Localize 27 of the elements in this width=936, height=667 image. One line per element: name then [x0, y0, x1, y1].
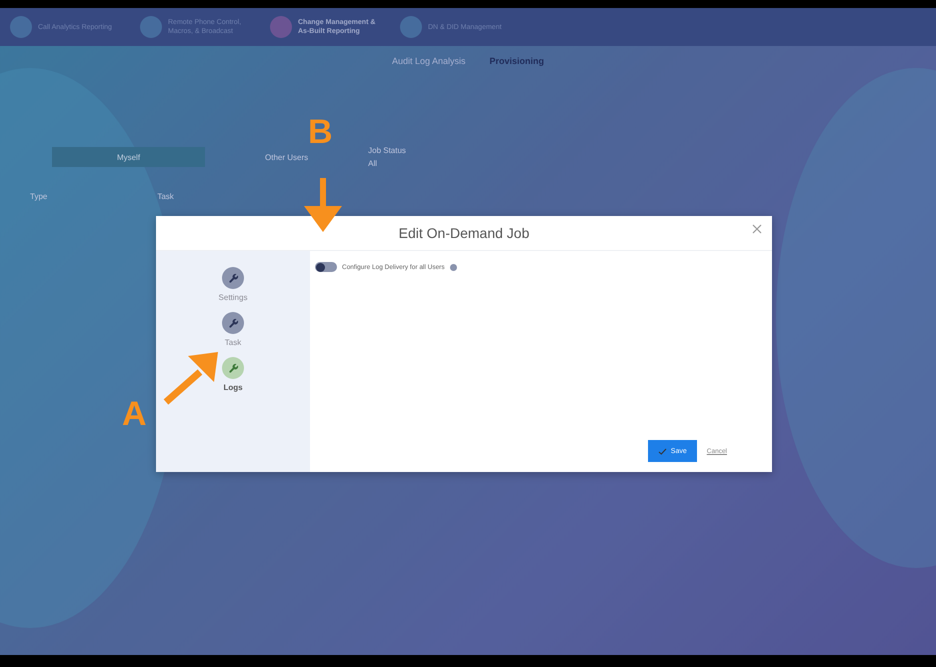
column-header: Task [157, 192, 174, 201]
step-label[interactable]: Settings [218, 293, 248, 302]
other-users-option[interactable]: Other Users [265, 152, 308, 162]
status-label: Job Status [368, 146, 406, 155]
step-label[interactable]: Task [224, 338, 242, 347]
step-icon[interactable] [222, 267, 244, 289]
wrench-icon [228, 362, 238, 374]
annotation-letter: A [122, 397, 147, 431]
toggle-switch[interactable] [315, 262, 337, 272]
column-header: Type [30, 192, 48, 201]
step-label[interactable]: Logs [223, 383, 243, 392]
wrench-icon [228, 318, 238, 328]
tab[interactable]: Provisioning [490, 56, 544, 66]
check-icon [658, 448, 667, 454]
step-icon[interactable] [222, 357, 244, 379]
tab[interactable]: Audit Log Analysis [392, 56, 466, 66]
step-icon[interactable] [222, 312, 244, 334]
annotation-letter: B [308, 115, 333, 149]
nav-icon[interactable] [140, 16, 162, 38]
close-button[interactable] [750, 222, 764, 236]
wrench-icon [228, 272, 238, 284]
nav-icon[interactable] [10, 16, 32, 38]
nav-icon[interactable] [400, 16, 422, 38]
owner-button[interactable]: Myself [52, 147, 205, 167]
info-icon[interactable] [450, 264, 457, 270]
modal-title: Edit On-Demand Job [398, 225, 530, 241]
status-dropdown[interactable]: All [368, 159, 406, 168]
